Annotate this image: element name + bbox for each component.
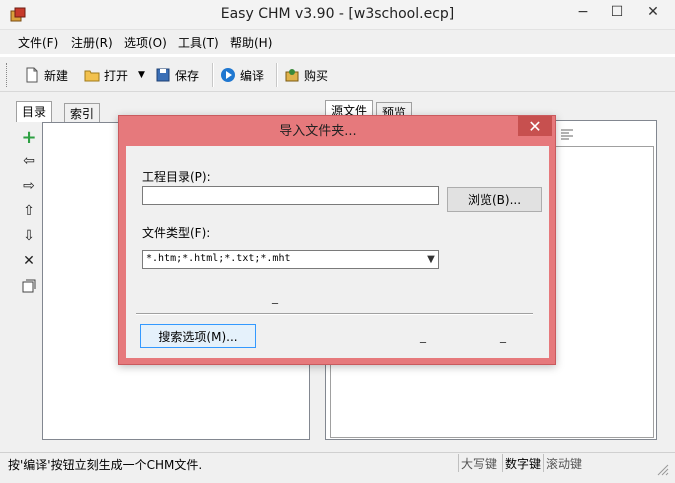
arrow-right-icon[interactable]: ⇨ [20,177,38,195]
file-type-select[interactable]: *.htm;*.html;*.txt;*.mht [142,250,439,269]
buy-button-label: 购买 [304,68,329,83]
search-options-button[interactable]: 搜索选项(M)... [140,324,256,348]
arrow-down-icon[interactable]: ⇩ [20,227,38,245]
caps-lock-indicator: 大写键 [458,454,499,472]
play-icon [221,68,235,82]
dialog-divider [136,313,533,315]
toolbar-separator [212,63,214,87]
resize-grip-icon[interactable] [655,462,669,476]
toolbar-separator [276,63,278,87]
status-message: 按'编译'按钮立刻生成一个CHM文件. [8,458,203,472]
save-button[interactable]: 保存 [155,64,199,86]
delete-icon[interactable]: ✕ [20,252,38,270]
minimize-button[interactable]: − [566,0,600,24]
open-folder-icon [84,70,100,82]
align-icon[interactable] [560,128,574,140]
placeholder-dash: _ [500,329,506,343]
new-button-label: 新建 [44,68,69,83]
open-button[interactable]: 打开 [84,64,128,86]
menu-options[interactable]: 选项(O) [124,34,167,51]
toolbar-grip[interactable] [6,63,10,87]
arrow-up-icon[interactable]: ⇧ [20,202,38,220]
close-button[interactable]: ✕ [636,0,670,24]
new-file-icon [26,67,38,83]
file-type-label: 文件类型(F): [142,226,211,240]
maximize-button[interactable]: ☐ [600,0,634,24]
tab-index[interactable]: 索引 [64,103,101,122]
menu-bar: 文件(F) 注册(R) 选项(O) 工具(T) 帮助(H) [0,30,675,54]
open-button-label: 打开 [104,68,129,83]
num-lock-indicator: 数字键 [502,454,543,472]
scroll-lock-indicator: 滚动键 [543,454,584,472]
browse-button[interactable]: 浏览(B)... [447,187,542,212]
menu-tools[interactable]: 工具(T) [178,34,219,51]
dialog-close-button[interactable]: ✕ [518,116,552,136]
save-button-label: 保存 [175,68,200,83]
menu-help[interactable]: 帮助(H) [230,34,272,51]
placeholder-dash: _ [420,329,426,343]
menu-file[interactable]: 文件(F) [18,34,58,51]
dialog-title: 导入文件夹... [279,124,357,139]
arrow-left-icon[interactable]: ⇦ [20,152,38,170]
open-dropdown-button[interactable]: ▼ [138,64,145,86]
project-dir-input[interactable] [142,186,439,205]
project-dir-label: 工程目录(P): [142,170,211,184]
buy-button[interactable]: 购买 [284,64,328,86]
placeholder-dash: _ [272,290,278,304]
add-icon[interactable]: + [20,127,38,148]
chevron-down-icon: ▼ [138,70,145,80]
menu-register[interactable]: 注册(R) [71,34,113,51]
tab-contents[interactable]: 目录 [16,101,53,122]
buy-icon [285,69,299,82]
compile-button[interactable]: 编译 [220,64,264,86]
properties-icon[interactable] [20,277,38,295]
chevron-down-icon[interactable]: ▼ [425,252,437,266]
new-button[interactable]: 新建 [24,64,68,86]
compile-button-label: 编译 [240,68,265,83]
save-disk-icon [156,68,170,82]
toolbar: 新建 打开 ▼ 保存 编译 购买 [0,56,675,92]
